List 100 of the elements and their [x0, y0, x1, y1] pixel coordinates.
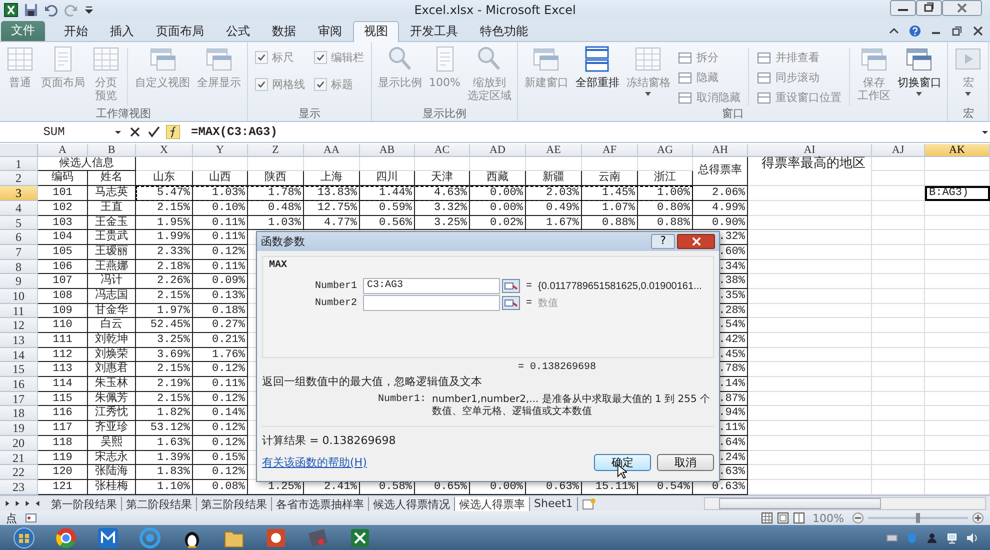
ribbon-tab[interactable]: 插入 — [99, 20, 145, 41]
start-orb-icon[interactable] — [13, 526, 35, 548]
row-header[interactable]: 21 — [0, 450, 38, 466]
column-header[interactable]: AG — [638, 144, 693, 157]
row-header[interactable]: 19 — [0, 421, 38, 436]
row-header[interactable]: 2 — [0, 171, 38, 186]
next-sheet-icon[interactable] — [24, 500, 31, 508]
zoom-out-icon[interactable] — [852, 512, 864, 524]
m-logo-icon[interactable] — [97, 526, 119, 548]
range-picker-icon[interactable] — [502, 296, 520, 310]
header-cell: 陕西 — [248, 171, 304, 186]
record-macro-icon[interactable] — [25, 512, 37, 524]
page-break-view-icon[interactable] — [792, 512, 805, 524]
table-cell: 0.11% — [193, 216, 248, 230]
row-header[interactable]: 9 — [0, 274, 38, 289]
row-header[interactable]: 4 — [0, 200, 38, 216]
ribbon-button[interactable]: 切换窗口 — [894, 44, 944, 97]
help-icon[interactable] — [909, 24, 921, 37]
column-header[interactable]: AA — [304, 144, 360, 157]
insert-function-icon[interactable] — [166, 124, 180, 139]
dialog-button[interactable]: 取消 — [657, 454, 714, 471]
row-header[interactable]: 7 — [0, 244, 38, 260]
ribbon-tab[interactable]: 特色功能 — [469, 20, 539, 41]
spreadsheet-icon[interactable] — [349, 526, 371, 548]
row-header[interactable]: 18 — [0, 406, 38, 422]
row-header[interactable]: 13 — [0, 333, 38, 348]
restore-icon[interactable] — [951, 24, 963, 37]
column-header[interactable]: Y — [193, 144, 248, 157]
cancel-icon[interactable] — [128, 124, 142, 139]
close-button[interactable] — [677, 234, 715, 249]
column-header[interactable]: A — [38, 144, 88, 157]
row-header[interactable]: 8 — [0, 260, 38, 274]
volume-icon[interactable] — [966, 532, 978, 544]
row-header[interactable]: 17 — [0, 392, 38, 406]
column-header[interactable]: AD — [470, 144, 526, 157]
presentation-icon[interactable] — [265, 526, 287, 548]
row-header[interactable]: 12 — [0, 318, 38, 334]
ribbon-tab[interactable]: 公式 — [215, 20, 261, 41]
row-header[interactable]: 22 — [0, 465, 38, 480]
horizontal-scrollbar[interactable] — [704, 497, 986, 510]
column-header[interactable]: X — [136, 144, 193, 157]
row-header[interactable]: 14 — [0, 348, 38, 362]
column-header[interactable]: AF — [582, 144, 638, 157]
insert-sheet-icon[interactable] — [582, 498, 596, 510]
ribbon-tab[interactable]: 视图 — [353, 20, 399, 42]
zoom-in-icon[interactable] — [972, 512, 984, 524]
file-tab[interactable]: 文件 — [1, 20, 45, 41]
normal-view-icon[interactable] — [760, 512, 773, 524]
column-header[interactable]: AI — [748, 144, 872, 157]
row-header[interactable]: 15 — [0, 362, 38, 378]
close-icon[interactable] — [972, 24, 984, 37]
save-icon[interactable] — [24, 2, 38, 16]
ribbon-tab[interactable]: 数据 — [261, 20, 307, 41]
user-icon[interactable] — [926, 532, 938, 544]
help-link[interactable]: 有关该函数的帮助(H) — [262, 454, 367, 470]
argument-field[interactable] — [363, 295, 500, 312]
grid-cell — [872, 348, 925, 362]
network-icon[interactable] — [946, 532, 958, 544]
restore-icon[interactable] — [916, 0, 942, 16]
ribbon-tab[interactable]: 页面布局 — [145, 20, 215, 41]
column-header[interactable]: B — [88, 144, 136, 157]
row-header[interactable]: 20 — [0, 436, 38, 451]
row-header[interactable]: 1 — [0, 156, 38, 172]
dialog-button[interactable]: 确定 — [594, 454, 651, 471]
round-browser-icon[interactable] — [55, 526, 77, 548]
range-picker-icon[interactable] — [502, 279, 520, 294]
minimize-icon[interactable] — [890, 0, 916, 16]
ribbon-tab[interactable]: 审阅 — [307, 20, 353, 41]
row-header[interactable]: 3 — [0, 186, 38, 201]
argument-field[interactable]: C3:AG3 — [363, 278, 500, 294]
column-header[interactable]: AC — [415, 144, 470, 157]
close-icon[interactable] — [942, 0, 982, 16]
table-cell: 1.63% — [136, 436, 193, 451]
page-layout-view-icon[interactable] — [776, 512, 789, 524]
pane-icon — [757, 72, 772, 84]
formula-input[interactable]: =MAX(C3:AG3) — [191, 124, 975, 139]
help-button[interactable]: ? — [651, 234, 675, 249]
customize-caret-icon[interactable] — [84, 4, 94, 14]
zoom-thumb[interactable] — [916, 513, 920, 523]
column-header[interactable]: AJ — [872, 144, 925, 157]
undo-icon[interactable] — [44, 2, 58, 16]
grid-cell — [872, 436, 925, 451]
column-header[interactable]: AE — [526, 144, 582, 157]
row-header[interactable]: 10 — [0, 288, 38, 304]
column-header[interactable]: AK — [925, 144, 990, 157]
row-header[interactable]: 5 — [0, 216, 38, 230]
sheet-tab[interactable]: 候选人得票率 — [455, 496, 530, 511]
ribbon-tab[interactable]: 开始 — [53, 20, 99, 41]
column-header[interactable]: AB — [360, 144, 415, 157]
enter-check-icon[interactable] — [147, 124, 161, 139]
row-header[interactable]: 16 — [0, 377, 38, 392]
name-box[interactable]: SUM — [0, 124, 108, 139]
column-header[interactable]: Z — [248, 144, 304, 157]
column-header[interactable]: AH — [693, 144, 748, 157]
ribbon-button[interactable]: 全部重排 — [572, 44, 622, 90]
row-header[interactable]: 11 — [0, 304, 38, 318]
keyboard-icon[interactable] — [886, 532, 898, 544]
row-header[interactable]: 23 — [0, 480, 38, 495]
ribbon-tab[interactable]: 开发工具 — [399, 20, 469, 41]
row-header[interactable]: 6 — [0, 230, 38, 245]
